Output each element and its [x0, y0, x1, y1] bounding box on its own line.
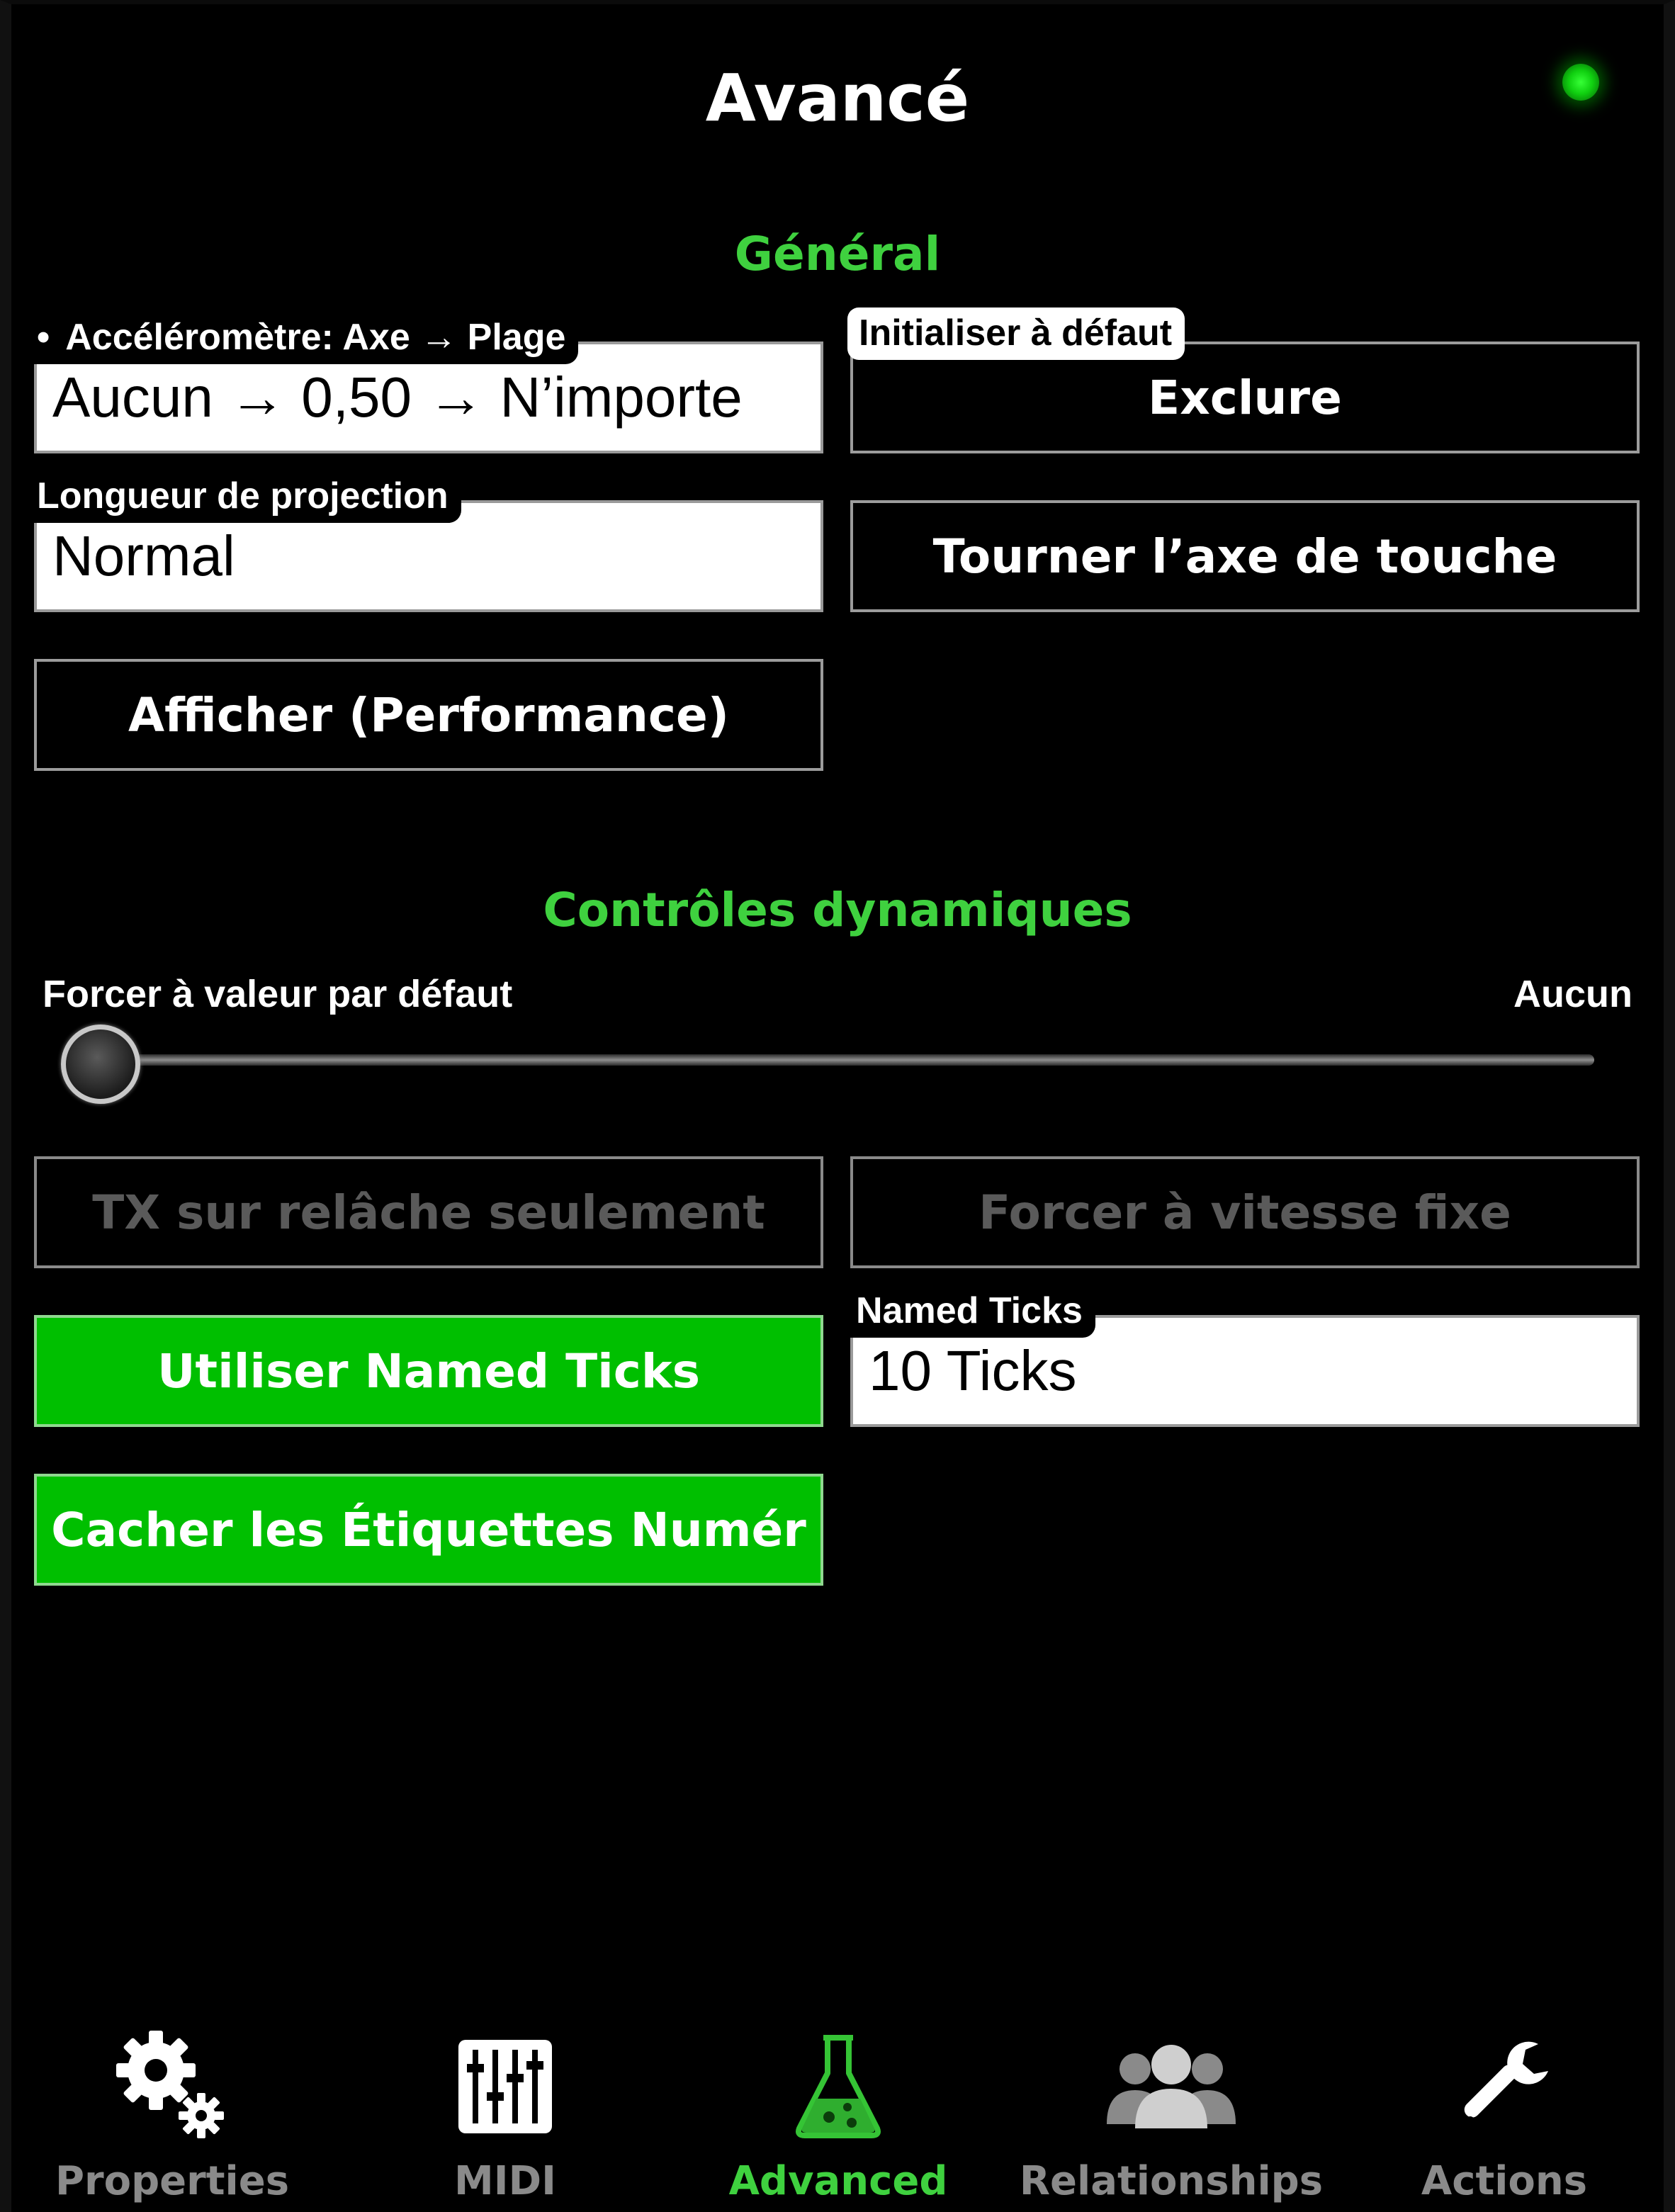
- tab-relationships[interactable]: Relationships: [1005, 2026, 1338, 2212]
- tab-actions-label: Actions: [1421, 2158, 1588, 2204]
- projection-length-value: Normal: [52, 524, 235, 587]
- rotate-touch-axis-label: Tourner l’axe de touche: [932, 529, 1557, 584]
- tab-relationships-label: Relationships: [1019, 2158, 1324, 2204]
- display-performance-label: Afficher (Performance): [128, 687, 729, 743]
- flask-icon: [767, 2026, 909, 2147]
- accelerometer-value: Aucun → 0,50 → N’importe: [52, 366, 743, 429]
- wrench-icon: [1433, 2026, 1575, 2147]
- tab-actions[interactable]: Actions: [1338, 2026, 1671, 2212]
- force-default-slider-handle[interactable]: [61, 1025, 140, 1104]
- force-default-value: Aucun: [1513, 973, 1632, 1015]
- force-default-label: Forcer à valeur par défaut: [43, 973, 513, 1015]
- tab-midi-label: MIDI: [454, 2158, 556, 2204]
- force-fixed-velocity-button[interactable]: Forcer à vitesse fixe: [850, 1156, 1640, 1268]
- rotate-touch-axis-button[interactable]: Tourner l’axe de touche: [850, 500, 1640, 612]
- page-title: Avancé: [705, 60, 970, 136]
- projection-length-label: Longueur de projection: [28, 472, 461, 523]
- people-icon: [1100, 2026, 1242, 2147]
- accelerometer-label-text: Accéléromètre: Axe → Plage: [65, 317, 566, 358]
- named-ticks-label: Named Ticks: [847, 1287, 1095, 1338]
- init-default-label: Initialiser à défaut: [847, 307, 1185, 360]
- tx-on-release-label: TX sur relâche seulement: [92, 1185, 765, 1240]
- bullet-icon: •: [37, 317, 50, 358]
- tab-advanced[interactable]: Advanced: [672, 2026, 1005, 2212]
- display-performance-button[interactable]: Afficher (Performance): [34, 659, 823, 771]
- status-indicator-icon: [1562, 64, 1599, 101]
- force-default-slider-track[interactable]: [71, 1054, 1594, 1066]
- mixer-sliders-icon: [434, 2026, 576, 2147]
- tab-midi[interactable]: MIDI: [339, 2026, 672, 2212]
- tab-properties-label: Properties: [55, 2158, 290, 2204]
- tx-on-release-button[interactable]: TX sur relâche seulement: [34, 1156, 823, 1268]
- hide-number-labels-button[interactable]: Cacher les Étiquettes Numér: [34, 1474, 823, 1586]
- hide-number-labels-label: Cacher les Étiquettes Numér: [51, 1502, 806, 1557]
- section-title-general: Général: [734, 227, 941, 281]
- tab-advanced-label: Advanced: [728, 2158, 948, 2204]
- use-named-ticks-button[interactable]: Utiliser Named Ticks: [34, 1315, 823, 1427]
- named-ticks-value: 10 Ticks: [869, 1339, 1077, 1402]
- gears-icon: [101, 2026, 243, 2147]
- use-named-ticks-label: Utiliser Named Ticks: [157, 1343, 701, 1399]
- force-fixed-velocity-label: Forcer à vitesse fixe: [979, 1185, 1511, 1240]
- tab-properties[interactable]: Properties: [6, 2026, 339, 2212]
- section-title-dynamic-controls: Contrôles dynamiques: [543, 883, 1132, 937]
- exclude-button-label: Exclure: [1148, 370, 1342, 425]
- accelerometer-label: • Accéléromètre: Axe → Plage: [28, 313, 579, 364]
